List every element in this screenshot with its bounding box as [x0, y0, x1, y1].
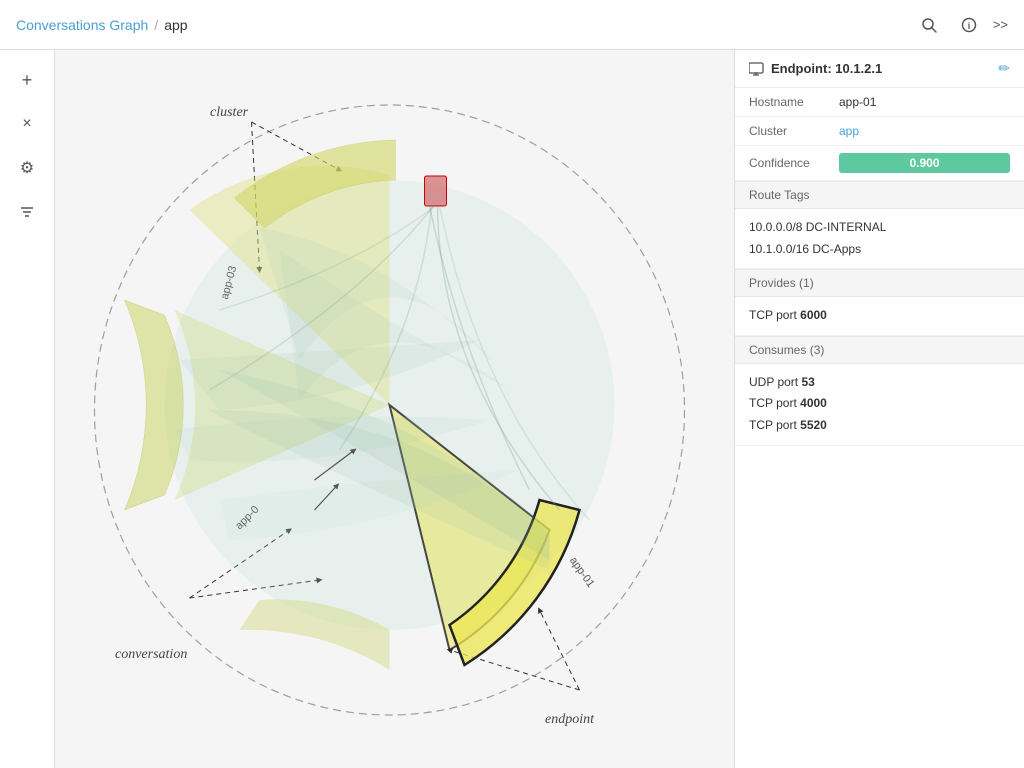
consumes-item-1: UDP port 53	[749, 372, 1010, 394]
search-button[interactable]	[913, 9, 945, 41]
hostname-label: Hostname	[749, 95, 839, 109]
breadcrumb-current: app	[164, 17, 187, 33]
provides-value: TCP port 6000	[749, 305, 1010, 327]
more-button[interactable]: >>	[993, 17, 1008, 32]
consumes-header: Consumes (3)	[735, 336, 1024, 364]
route-tag-2: 10.1.0.0/16 DC-Apps	[749, 239, 1010, 261]
confidence-row: Confidence 0.900	[735, 146, 1024, 181]
provides-header: Provides (1)	[735, 269, 1024, 297]
header: Conversations Graph / app i >>	[0, 0, 1024, 50]
endpoint-icon	[749, 62, 765, 76]
provides-content: TCP port 6000	[735, 297, 1024, 336]
search-icon	[921, 17, 937, 33]
info-button[interactable]: i	[953, 9, 985, 41]
consumes-item-2: TCP port 4000	[749, 393, 1010, 415]
app-frame: Conversations Graph / app i >> +	[0, 0, 1024, 768]
route-tags-content: 10.0.0.0/8 DC-INTERNAL 10.1.0.0/16 DC-Ap…	[735, 209, 1024, 269]
cluster-label: Cluster	[749, 124, 839, 138]
cluster-row: Cluster app	[735, 117, 1024, 146]
route-tags-header: Route Tags	[735, 181, 1024, 209]
confidence-label: Confidence	[749, 156, 839, 170]
graph-area[interactable]: cluster conversation endpoint	[55, 50, 734, 768]
settings-button[interactable]: ⚙	[9, 150, 45, 186]
breadcrumb: Conversations Graph / app	[16, 17, 188, 33]
confidence-badge: 0.900	[839, 153, 1010, 173]
label-conversation: conversation	[115, 647, 187, 663]
header-icons: i >>	[913, 9, 1008, 41]
arc-label-app01: app-01	[567, 555, 596, 590]
route-tag-1: 10.0.0.0/8 DC-INTERNAL	[749, 217, 1010, 239]
panel-title: Endpoint: 10.1.2.1	[749, 61, 882, 76]
toolbar: + × ⚙	[0, 50, 55, 768]
hostname-value: app-01	[839, 95, 876, 109]
consumes-content: UDP port 53 TCP port 4000 TCP port 5520	[735, 364, 1024, 446]
label-cluster: cluster	[210, 105, 248, 121]
zoom-in-button[interactable]: +	[9, 62, 45, 98]
right-panel: Endpoint: 10.1.2.1 ✏ Hostname app-01 Clu…	[734, 50, 1024, 768]
zoom-reset-button[interactable]: ×	[9, 106, 45, 142]
svg-text:i: i	[968, 21, 971, 31]
filter-button[interactable]	[9, 194, 45, 230]
main-content: + × ⚙ cluster conversation endpoint	[0, 50, 1024, 768]
filter-icon	[20, 205, 34, 219]
breadcrumb-link[interactable]: Conversations Graph	[16, 17, 148, 33]
consumes-item-3: TCP port 5520	[749, 415, 1010, 437]
hostname-row: Hostname app-01	[735, 88, 1024, 117]
edit-button[interactable]: ✏	[998, 60, 1010, 77]
label-endpoint: endpoint	[545, 712, 594, 728]
cluster-value[interactable]: app	[839, 124, 859, 138]
breadcrumb-separator: /	[154, 17, 158, 33]
info-icon: i	[961, 17, 977, 33]
panel-header: Endpoint: 10.1.2.1 ✏	[735, 50, 1024, 88]
